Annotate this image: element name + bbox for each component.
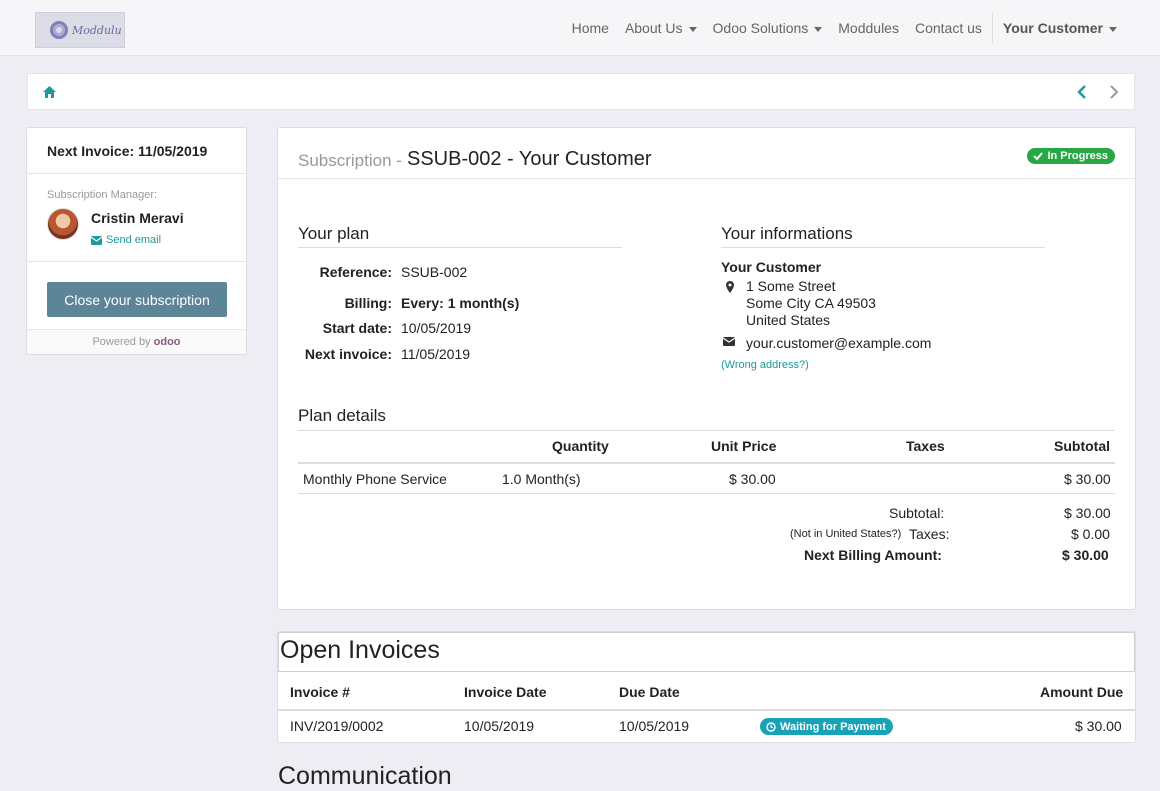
nav-item-home[interactable]: Home bbox=[564, 20, 617, 36]
not-in-us-link[interactable]: (Not in United States?) bbox=[790, 528, 901, 540]
open-invoices-card: Open Invoices Invoice # Invoice Date Due… bbox=[277, 631, 1136, 743]
invoice-date: 10/05/2019 bbox=[464, 718, 535, 734]
info-heading: Your informations bbox=[721, 224, 1045, 248]
column-header-due-date: Due Date bbox=[619, 684, 680, 700]
breadcrumb bbox=[27, 73, 1135, 110]
invoice-due-date: 10/05/2019 bbox=[619, 718, 690, 734]
table-top-border bbox=[298, 430, 1115, 431]
clock-icon bbox=[766, 721, 776, 732]
column-header-amount-due: Amount Due bbox=[1040, 684, 1124, 700]
nav-menu: Home About Us Odoo Solutions Moddules Co… bbox=[564, 0, 1125, 56]
nav-item-label: Contact us bbox=[914, 20, 982, 36]
address-line-3: United States bbox=[746, 312, 831, 328]
start-date-label: Start date: bbox=[322, 320, 392, 336]
next-billing-label: Next Billing Amount: bbox=[804, 547, 942, 563]
address-line-1: 1 Some Street bbox=[746, 278, 836, 294]
subscription-sidebar: Next Invoice: 11/05/2019 Subscription Ma… bbox=[26, 127, 247, 355]
invoice-header-border bbox=[278, 709, 1135, 711]
caret-down-icon bbox=[688, 26, 697, 32]
column-header-quantity: Quantity bbox=[552, 438, 609, 454]
nav-divider bbox=[991, 13, 993, 43]
subtotal-label: Subtotal: bbox=[889, 505, 945, 521]
nav-item-label: Moddules bbox=[838, 20, 899, 36]
column-header-taxes: Taxes bbox=[906, 438, 945, 454]
chevron-left-icon[interactable] bbox=[1076, 84, 1088, 100]
invoice-amount-due: $ 30.00 bbox=[1075, 718, 1122, 734]
home-icon[interactable] bbox=[43, 86, 56, 98]
nav-item-contact-us[interactable]: Contact us bbox=[907, 20, 990, 36]
reference-value: SSUB-002 bbox=[401, 264, 468, 280]
close-subscription-button[interactable]: Close your subscription bbox=[47, 282, 227, 317]
nav-item-label: Home bbox=[571, 20, 609, 36]
payment-status-label: Waiting for Payment bbox=[780, 720, 886, 733]
manager-name: Cristin Meravi bbox=[91, 210, 184, 226]
line-unit-price: $ 30.00 bbox=[729, 471, 776, 487]
table-header-border bbox=[298, 462, 1115, 464]
line-subtotal: $ 30.00 bbox=[1064, 471, 1111, 487]
send-email-link[interactable]: Send email bbox=[91, 234, 161, 246]
column-header-invoice-number: Invoice # bbox=[290, 684, 350, 700]
next-billing-value: $ 30.00 bbox=[1062, 547, 1109, 563]
billing-label: Billing: bbox=[344, 295, 392, 311]
next-invoice-value: 11/05/2019 bbox=[401, 346, 471, 362]
next-invoice-summary: Next Invoice: 11/05/2019 bbox=[27, 128, 246, 174]
odoo-logo[interactable]: odoo bbox=[154, 336, 181, 348]
plan-details-heading: Plan details bbox=[298, 406, 386, 425]
logo-mark-icon bbox=[50, 21, 68, 39]
customer-name: Your Customer bbox=[721, 259, 822, 275]
customer-email: your.customer@example.com bbox=[746, 335, 932, 351]
start-date-value: 10/05/2019 bbox=[401, 320, 472, 336]
open-invoices-heading: Open Invoices bbox=[278, 632, 1135, 672]
page-title: SSUB-002 - Your Customer bbox=[407, 148, 652, 170]
invoice-number-link[interactable]: INV/2019/0002 bbox=[290, 718, 383, 734]
user-menu-label: Your Customer bbox=[1002, 20, 1103, 36]
plan-heading: Your plan bbox=[298, 224, 622, 248]
manager-label: Subscription Manager: bbox=[47, 189, 158, 201]
next-invoice-label: Next invoice: bbox=[304, 346, 392, 362]
line-product: Monthly Phone Service bbox=[303, 471, 447, 487]
check-icon bbox=[1033, 152, 1044, 161]
caret-down-icon bbox=[814, 26, 823, 32]
address-line-2: Some City CA 49503 bbox=[746, 295, 876, 311]
user-menu[interactable]: Your Customer bbox=[995, 20, 1125, 36]
payment-status-badge: Waiting for Payment bbox=[760, 718, 893, 735]
company-logo[interactable]: Moddulu bbox=[35, 12, 125, 48]
send-email-label: Send email bbox=[106, 234, 162, 246]
status-badge: In Progress bbox=[1027, 148, 1115, 164]
logo-text: Moddulu bbox=[72, 23, 122, 37]
nav-item-label: Odoo Solutions bbox=[712, 20, 809, 36]
map-marker-icon bbox=[726, 281, 734, 293]
subscription-prefix: Subscription - bbox=[298, 151, 402, 170]
card-header: Subscription - SSUB-002 - Your Customer … bbox=[278, 128, 1135, 179]
taxes-label: Taxes: bbox=[909, 526, 950, 542]
table-row-border bbox=[298, 493, 1115, 494]
nav-item-moddules[interactable]: Moddules bbox=[830, 20, 907, 36]
nav-item-about-us[interactable]: About Us bbox=[617, 20, 705, 36]
wrong-address-link[interactable]: (Wrong address?) bbox=[721, 359, 809, 371]
powered-by-footer: Powered by odoo bbox=[27, 329, 246, 354]
subscription-card: Subscription - SSUB-002 - Your Customer … bbox=[277, 127, 1136, 610]
taxes-value: $ 0.00 bbox=[1071, 526, 1110, 542]
column-header-subtotal: Subtotal bbox=[1054, 438, 1110, 454]
nav-item-label: About Us bbox=[624, 20, 683, 36]
envelope-icon bbox=[723, 337, 735, 346]
avatar bbox=[47, 208, 79, 240]
envelope-icon bbox=[91, 235, 102, 245]
communication-heading: Communication bbox=[278, 762, 452, 790]
reference-label: Reference: bbox=[319, 264, 392, 280]
chevron-right-icon[interactable] bbox=[1108, 84, 1120, 100]
top-navbar: Moddulu Home About Us Odoo Solutions Mod… bbox=[0, 0, 1160, 56]
column-header-invoice-date: Invoice Date bbox=[464, 684, 547, 700]
billing-value: Every: 1 month(s) bbox=[401, 295, 520, 311]
column-header-unit-price: Unit Price bbox=[711, 438, 777, 454]
line-quantity: 1.0 Month(s) bbox=[502, 471, 581, 487]
status-label: In Progress bbox=[1047, 150, 1108, 162]
divider bbox=[27, 261, 246, 262]
subtotal-value: $ 30.00 bbox=[1064, 505, 1111, 521]
powered-by-label: Powered by bbox=[92, 336, 151, 348]
nav-item-odoo-solutions[interactable]: Odoo Solutions bbox=[705, 20, 831, 36]
caret-down-icon bbox=[1109, 26, 1117, 32]
